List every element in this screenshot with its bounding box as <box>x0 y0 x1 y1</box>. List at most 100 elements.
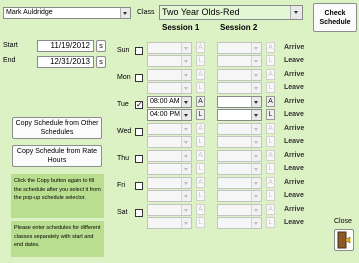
session2-arrive-spin[interactable]: A <box>266 42 275 53</box>
day-checkbox-sat[interactable] <box>135 209 143 217</box>
class-select[interactable]: Two Year Olds-Red <box>159 5 303 20</box>
arrive-label: Arrive <box>284 98 305 105</box>
session2-arrive-select[interactable] <box>217 204 262 216</box>
chevron-down-icon <box>181 151 191 161</box>
session1-arrive-select[interactable] <box>147 150 192 162</box>
session2-arrive-select[interactable] <box>217 177 262 189</box>
start-date-button[interactable]: s <box>96 40 106 52</box>
session1-leave-select[interactable] <box>147 163 192 175</box>
end-date-button[interactable]: s <box>96 56 106 68</box>
arrive-label: Arrive <box>284 44 305 51</box>
session1-arrive-select[interactable] <box>147 123 192 135</box>
session2-arrive-spin[interactable]: A <box>266 96 275 107</box>
leave-label: Leave <box>284 219 304 226</box>
start-date-field[interactable]: 11/19/2012 <box>37 40 94 52</box>
copy-other-schedules-button[interactable]: Copy Schedule from Other Schedules <box>12 117 102 139</box>
chevron-down-icon <box>251 151 261 161</box>
session2-arrive-spin[interactable]: A <box>266 177 275 188</box>
session1-leave-select[interactable] <box>147 82 192 94</box>
session2-leave-select[interactable] <box>217 55 262 67</box>
end-date-field[interactable]: 12/31/2013 <box>37 56 94 68</box>
chevron-down-icon <box>251 178 261 188</box>
session2-leave-select[interactable] <box>217 190 262 202</box>
day-checkbox-fri[interactable] <box>135 182 143 190</box>
close-button[interactable] <box>334 229 354 251</box>
session1-leave-spin[interactable]: L <box>196 217 205 228</box>
session2-header: Session 2 <box>220 23 258 32</box>
session1-leave-select[interactable] <box>147 55 192 67</box>
check-schedule-button[interactable]: Check Schedule <box>313 3 357 32</box>
session2-leave-spin[interactable]: L <box>266 82 275 93</box>
session2-leave-select[interactable] <box>217 217 262 229</box>
day-checkbox-sun[interactable] <box>135 47 143 55</box>
session1-arrive-select[interactable] <box>147 204 192 216</box>
session2-leave-select[interactable] <box>217 136 262 148</box>
day-label-wed: Wed <box>117 128 132 135</box>
session1-leave-spin[interactable]: L <box>196 136 205 147</box>
class-label: Class <box>137 9 155 16</box>
session2-leave-spin[interactable]: L <box>266 136 275 147</box>
session1-arrive-select[interactable]: 08:00 AM <box>147 96 192 108</box>
copy-rate-hours-label: Copy Schedule from Rate Hours <box>16 148 98 164</box>
session2-arrive-spin[interactable]: A <box>266 204 275 215</box>
day-checkbox-thu[interactable] <box>135 155 143 163</box>
session1-leave-spin[interactable]: L <box>196 109 205 120</box>
chevron-down-icon <box>251 191 261 201</box>
session1-arrive-select[interactable] <box>147 69 192 81</box>
session2-arrive-select[interactable] <box>217 150 262 162</box>
arrive-label: Arrive <box>284 71 305 78</box>
session2-leave-spin[interactable]: L <box>266 190 275 201</box>
session2-leave-spin[interactable]: L <box>266 55 275 66</box>
leave-label: Leave <box>284 111 304 118</box>
leave-label: Leave <box>284 138 304 145</box>
session2-leave-spin[interactable]: L <box>266 217 275 228</box>
day-checkbox-mon[interactable] <box>135 74 143 82</box>
chevron-down-icon <box>181 83 191 93</box>
chevron-down-icon <box>251 218 261 228</box>
day-checkbox-tue[interactable] <box>135 100 143 109</box>
session2-arrive-select[interactable] <box>217 69 262 81</box>
employee-select[interactable]: Mark Auldridge <box>3 7 131 19</box>
session1-arrive-spin[interactable]: A <box>196 123 205 134</box>
class-select-value: Two Year Olds-Red <box>162 7 240 17</box>
session2-arrive-spin[interactable]: A <box>266 69 275 80</box>
session1-arrive-spin[interactable]: A <box>196 150 205 161</box>
session2-arrive-select[interactable] <box>217 123 262 135</box>
session2-leave-spin[interactable]: L <box>266 163 275 174</box>
session1-arrive-spin[interactable]: A <box>196 96 205 107</box>
chevron-down-icon <box>251 124 261 134</box>
session1-leave-select[interactable]: 04:00 PM <box>147 109 192 121</box>
chevron-down-icon <box>181 191 191 201</box>
chevron-down-icon <box>290 6 302 19</box>
session2-leave-select[interactable] <box>217 163 262 175</box>
session2-arrive-select[interactable] <box>217 42 262 54</box>
session1-leave-spin[interactable]: L <box>196 55 205 66</box>
copy-rate-hours-button[interactable]: Copy Schedule from Rate Hours <box>12 145 102 167</box>
session1-leave-spin[interactable]: L <box>196 163 205 174</box>
session2-arrive-spin[interactable]: A <box>266 150 275 161</box>
session1-arrive-select[interactable] <box>147 177 192 189</box>
session2-arrive-spin[interactable]: A <box>266 123 275 134</box>
chevron-down-icon <box>251 137 261 147</box>
session1-arrive-spin[interactable]: A <box>196 69 205 80</box>
session1-arrive-spin[interactable]: A <box>196 177 205 188</box>
session2-arrive-select[interactable] <box>217 96 262 108</box>
session1-leave-select[interactable] <box>147 136 192 148</box>
end-label: End <box>3 57 16 64</box>
start-label: Start <box>3 42 18 49</box>
chevron-down-icon <box>181 218 191 228</box>
session1-arrive-select[interactable] <box>147 42 192 54</box>
chevron-down-icon <box>181 56 191 66</box>
session1-leave-select[interactable] <box>147 190 192 202</box>
session2-leave-select[interactable] <box>217 82 262 94</box>
session1-leave-spin[interactable]: L <box>196 82 205 93</box>
session1-leave-spin[interactable]: L <box>196 190 205 201</box>
day-label-sun: Sun <box>117 47 130 54</box>
copy-other-schedules-label: Copy Schedule from Other Schedules <box>15 120 99 136</box>
day-checkbox-wed[interactable] <box>135 128 143 136</box>
session1-leave-select[interactable] <box>147 217 192 229</box>
session2-leave-spin[interactable]: L <box>266 109 275 120</box>
session1-arrive-spin[interactable]: A <box>196 204 205 215</box>
session1-arrive-spin[interactable]: A <box>196 42 205 53</box>
session2-leave-select[interactable] <box>217 109 262 121</box>
